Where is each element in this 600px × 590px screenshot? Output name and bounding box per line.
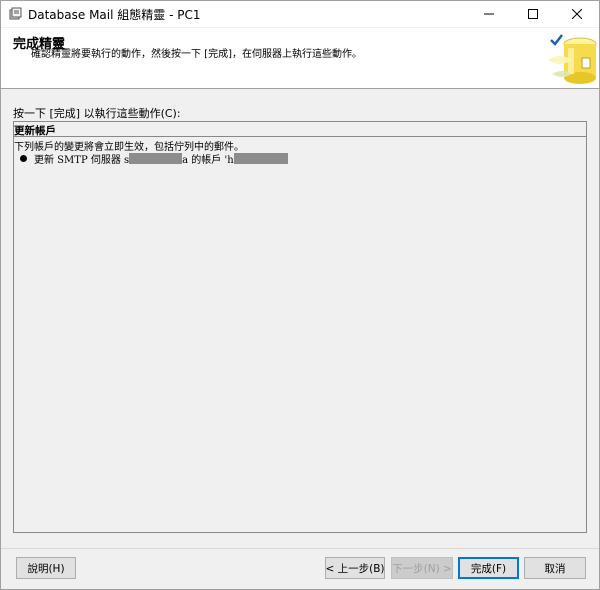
close-icon bbox=[572, 9, 582, 19]
maximize-icon bbox=[528, 9, 538, 19]
close-button[interactable] bbox=[555, 1, 599, 27]
next-button[interactable]: 下一步(N) > bbox=[391, 557, 453, 579]
back-button[interactable]: < 上一步(B) bbox=[325, 557, 385, 579]
finish-button[interactable]: 完成(F) bbox=[458, 557, 519, 579]
redacted-account-name bbox=[233, 153, 288, 164]
help-button[interactable]: 說明(H) bbox=[16, 557, 76, 579]
window-title: Database Mail 組態精靈 - PC1 bbox=[28, 8, 201, 22]
bullet-icon bbox=[20, 155, 27, 162]
redacted-server-name bbox=[129, 153, 183, 164]
actions-summary-box[interactable]: 更新帳戶 下列帳戶的變更將會立即生效，包括佇列中的郵件。 更新 SMTP 伺服器… bbox=[13, 121, 587, 533]
title-bar: Database Mail 組態精靈 - PC1 bbox=[1, 1, 599, 27]
action-text-middle: a 的帳戶 'h bbox=[182, 155, 234, 166]
minimize-button[interactable] bbox=[467, 1, 511, 27]
wizard-header: 完成精靈 確認精靈將要執行的動作，然後按一下 [完成]，在伺服器上執行這些動作。 bbox=[1, 28, 599, 89]
minimize-icon bbox=[484, 13, 494, 15]
page-subtitle: 確認精靈將要執行的動作，然後按一下 [完成]，在伺服器上執行這些動作。 bbox=[31, 49, 362, 60]
footer-divider bbox=[1, 548, 599, 549]
database-wizard-icon bbox=[548, 34, 597, 84]
action-text-prefix: 更新 SMTP 伺服器 s bbox=[34, 155, 130, 166]
section-divider bbox=[14, 136, 586, 137]
wizard-window: Database Mail 組態精靈 - PC1 完成精靈 確認精靈將要執行的動… bbox=[0, 0, 600, 590]
maximize-button[interactable] bbox=[511, 1, 555, 27]
cancel-button[interactable]: 取消 bbox=[524, 557, 586, 579]
instruction-label: 按一下 [完成] 以執行這些動作(C): bbox=[13, 107, 181, 120]
database-mail-icon bbox=[9, 7, 22, 20]
action-item: 更新 SMTP 伺服器 s a 的帳戶 'h bbox=[20, 151, 288, 166]
